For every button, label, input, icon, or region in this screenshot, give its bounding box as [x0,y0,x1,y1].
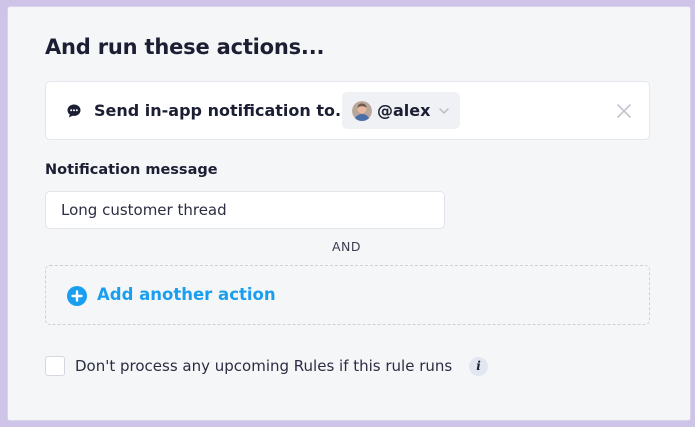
action-label: Send in-app notification to... [94,101,354,120]
action-card: Send in-app notification to... @alex [45,81,650,140]
section-heading: And run these actions... [45,35,325,59]
stop-processing-label[interactable]: Don't process any upcoming Rules if this… [75,357,452,375]
chat-bubble-icon [67,104,81,118]
avatar [352,100,372,121]
notification-message-label: Notification message [45,162,218,178]
add-another-action-label: Add another action [97,285,276,304]
info-icon[interactable]: i [469,357,488,376]
plus-circle-icon [67,286,87,306]
and-connector: AND [332,239,362,254]
notification-message-input[interactable] [45,191,445,229]
recipient-dropdown[interactable]: @alex [342,92,460,129]
close-icon[interactable] [616,103,632,119]
add-another-action-button[interactable]: Add another action [45,265,650,325]
rule-actions-panel: And run these actions... Send in-app not… [8,7,690,420]
chevron-down-icon [439,107,450,114]
recipient-name: @alex [377,101,431,120]
stop-processing-checkbox[interactable] [45,356,65,376]
